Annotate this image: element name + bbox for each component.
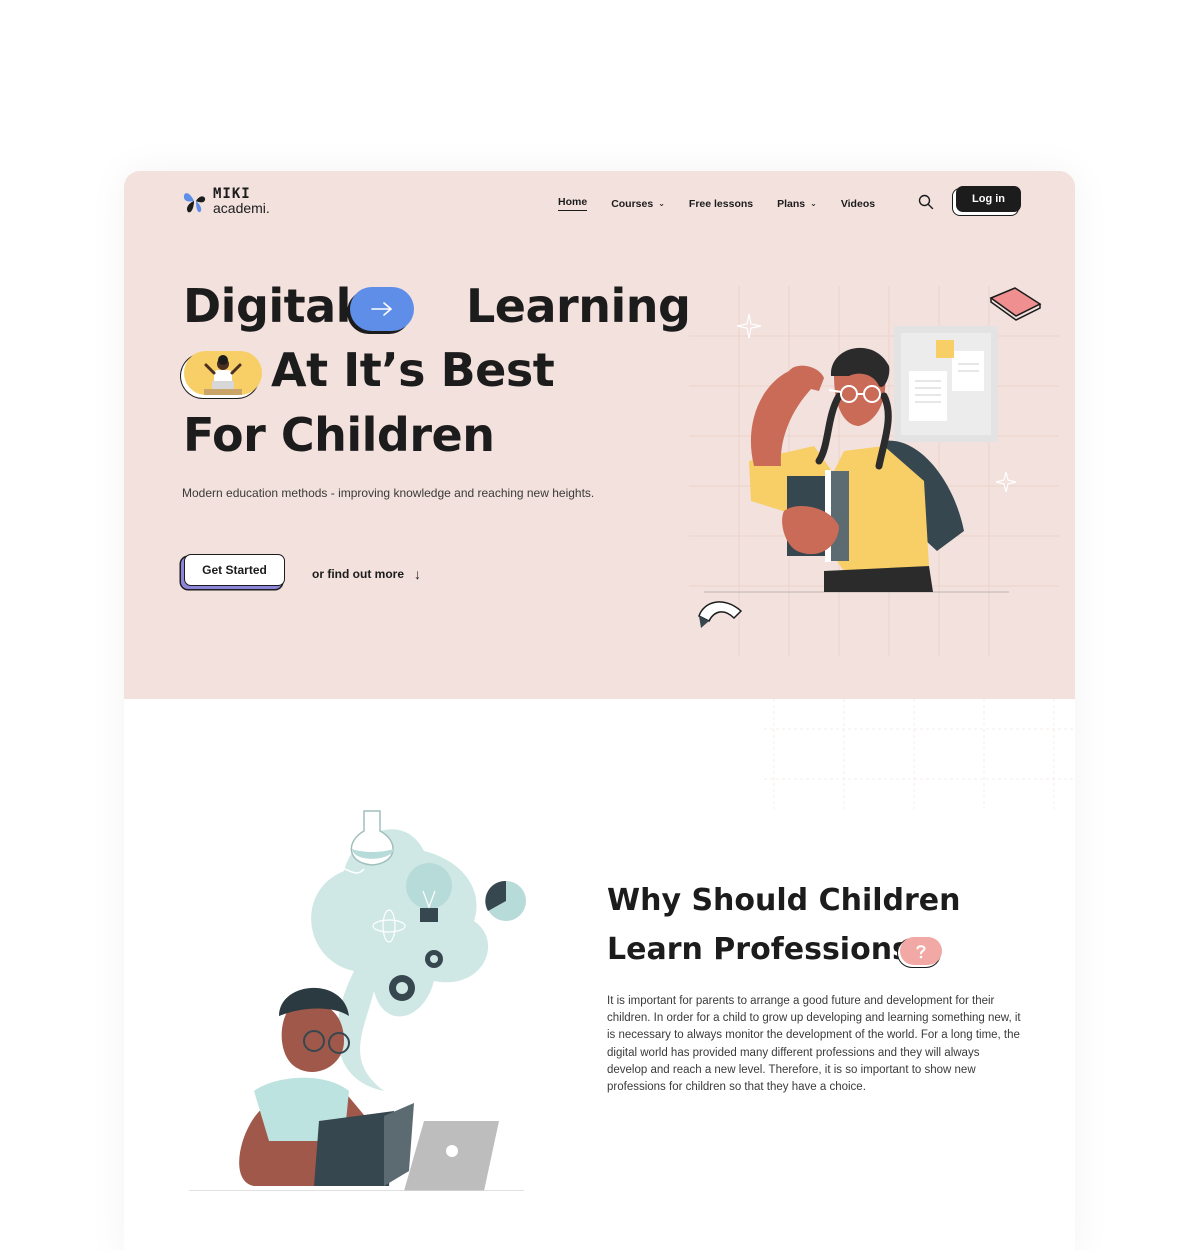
nav-item-label: Videos [840, 197, 876, 210]
nav-item-label: Courses [611, 197, 654, 210]
arrow-right-pill [350, 287, 414, 331]
arrow-down-icon: ↓ [414, 566, 421, 582]
nav-item-plans[interactable]: Plans ⌄ [777, 198, 817, 210]
arrow-right-icon [371, 302, 392, 316]
nav-item-videos[interactable]: Videos [841, 198, 875, 210]
login-button[interactable]: Log in [956, 186, 1021, 212]
nav-item-label: Plans [777, 197, 806, 210]
why-title-line2: Learn Professions [607, 932, 910, 967]
hero-title-line1: Digital Learning [183, 279, 691, 333]
girl-with-books-illustration [689, 286, 1059, 656]
nav-item-courses[interactable]: Courses ⌄ [611, 198, 665, 210]
find-out-more-label: or find out more [312, 567, 404, 581]
nav-item-free-lessons[interactable]: Free lessons [689, 198, 753, 210]
find-out-more-link[interactable]: or find out more ↓ [312, 566, 421, 582]
child-with-laptop-image [204, 355, 242, 395]
butterfly-logo-icon [183, 193, 206, 213]
nav-item-label: Home [558, 196, 588, 208]
hero-title-line2: At It’s Best [271, 343, 555, 397]
boy-reading-illustration [189, 810, 526, 1191]
search-icon[interactable] [918, 194, 934, 210]
hero-subtitle: Modern education methods - improving kno… [182, 486, 595, 500]
hero-title-line3: For Children [183, 408, 495, 462]
why-title-line1: Why Should Children [607, 883, 961, 918]
get-started-button[interactable]: Get Started [184, 554, 285, 586]
why-body-text: It is important for parents to arrange a… [607, 995, 1021, 1094]
hero-title-word-learning: Learning [465, 279, 691, 333]
question-pill [900, 937, 942, 965]
child-photo-pill [184, 351, 262, 395]
brand-name-bottom: academi. [213, 200, 270, 216]
question-icon [916, 945, 926, 959]
hero-title-word-digital: Digital [183, 279, 351, 333]
grid-decoration [764, 699, 1075, 809]
hero-section: MIKI academi. Home Courses ⌄ Free lesson… [124, 171, 1075, 699]
brand-name-top: MIKI [213, 186, 251, 202]
brand-logo[interactable]: MIKI academi. [181, 186, 270, 216]
page-frame: MIKI academi. Home Courses ⌄ Free lesson… [124, 171, 1075, 1251]
main-nav: Home Courses ⌄ Free lessons Plans ⌄ Vide… [558, 196, 899, 211]
chevron-down-icon: ⌄ [810, 199, 817, 208]
nav-item-label: Free lessons [688, 197, 754, 210]
chevron-down-icon: ⌄ [658, 199, 665, 208]
nav-item-home[interactable]: Home [558, 196, 588, 211]
